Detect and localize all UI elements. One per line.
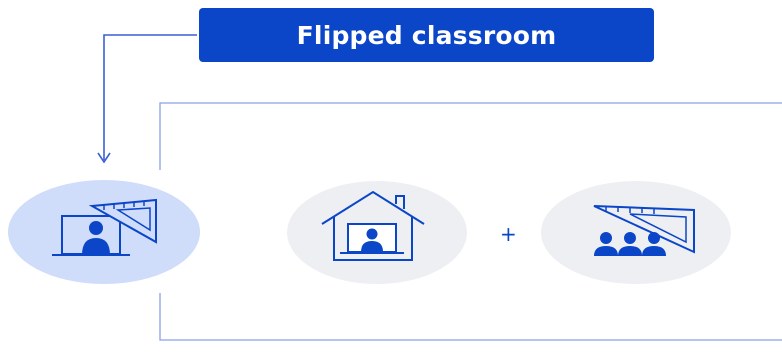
teacher-screen-ruler-icon [52, 198, 157, 256]
plus-operator: + [500, 222, 517, 246]
flipped-classroom-diagram: Flipped classroom + [0, 0, 782, 361]
bracket-top [159, 102, 782, 170]
home-laptop-learner-icon [321, 190, 425, 261]
bracket-bottom [159, 293, 782, 341]
connector-arrow-line [103, 34, 197, 160]
classroom-group-ruler-icon [593, 205, 695, 256]
